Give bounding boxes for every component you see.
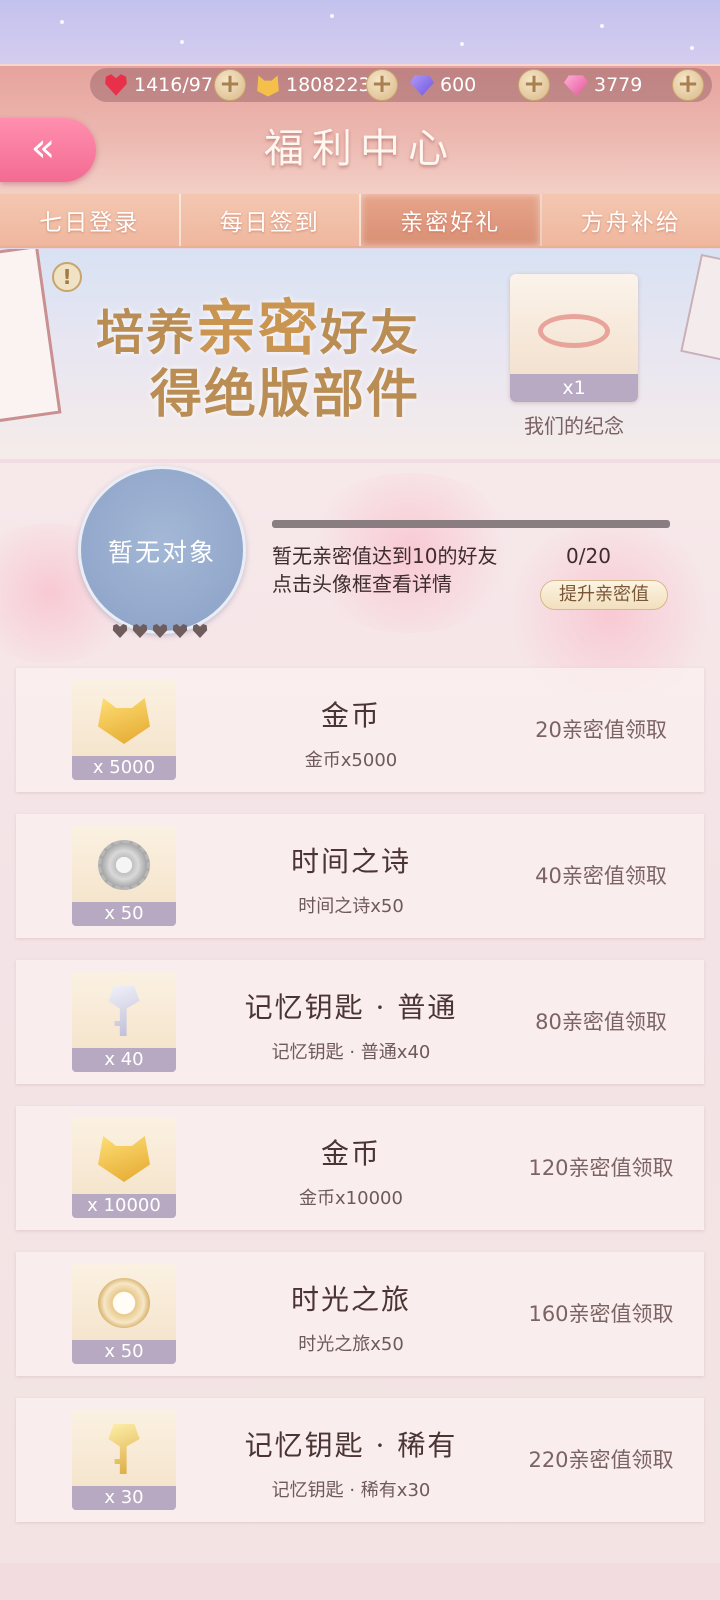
diamond-value: 600 [440, 74, 477, 96]
sky-background [0, 0, 720, 64]
tab-ark-supply[interactable]: 方舟补给 [541, 194, 720, 246]
claim-button[interactable]: 220亲密值领取 [496, 1444, 706, 1474]
memento-count: x1 [510, 374, 638, 402]
reward-desc: 记忆钥匙 · 普通x40 [271, 1042, 431, 1063]
reward-item-slot[interactable]: x 50 [72, 826, 176, 926]
reward-count: x 5000 [72, 756, 176, 780]
stamina-counter: 1416/97 [104, 70, 213, 100]
memento-label: 我们的纪念 [524, 414, 624, 438]
add-pink-diamond-button[interactable]: + [672, 69, 704, 101]
reward-count: x 40 [72, 1048, 176, 1072]
reward-name: 时光之旅 [290, 1283, 411, 1316]
claim-button[interactable]: 160亲密值领取 [496, 1298, 706, 1328]
reward-count: x 50 [72, 1340, 176, 1364]
coin-icon [98, 698, 150, 744]
sparkle [460, 42, 464, 46]
claim-button[interactable]: 120亲密值领取 [496, 1152, 706, 1182]
avatar-placeholder-text: 暂无对象 [107, 538, 216, 567]
reward-row: x 5000 金币 金币x5000 20亲密值领取 [16, 668, 704, 792]
diamond-icon [410, 75, 434, 96]
reward-item-slot[interactable]: x 50 [72, 1264, 176, 1364]
intimacy-message-line1: 暂无亲密值达到10的好友 [272, 544, 498, 568]
sparkle [690, 46, 694, 50]
memento-reward-card[interactable]: x1 [510, 274, 638, 402]
reward-desc: 时间之诗x50 [298, 896, 404, 917]
tab-seven-day-login[interactable]: 七日登录 [0, 194, 181, 246]
heart-icon [105, 74, 127, 96]
gold-key-icon [108, 1424, 140, 1474]
coin-icon [98, 1136, 150, 1182]
pink-diamond-counter: 3779 [564, 70, 642, 100]
heart-icon [192, 624, 208, 638]
tab-daily-checkin[interactable]: 每日签到 [180, 194, 361, 246]
heart-icon [172, 624, 188, 638]
reward-count: x 50 [72, 902, 176, 926]
page-title: 福利中心 [264, 126, 456, 172]
pink-diamond-value: 3779 [594, 74, 643, 96]
gear-icon [98, 840, 150, 890]
sparkle [600, 24, 604, 28]
reward-name: 记忆钥匙 · 稀有 [244, 1429, 458, 1462]
claim-button[interactable]: 80亲密值领取 [496, 1006, 706, 1036]
reward-row: x 50 时间之诗 时间之诗x50 40亲密值领取 [16, 814, 704, 938]
paper-decoration [680, 253, 720, 365]
pink-diamond-icon [564, 75, 588, 96]
reward-row: x 40 记忆钥匙 · 普通 记忆钥匙 · 普通x40 80亲密值领取 [16, 960, 704, 1084]
add-gold-button[interactable]: + [366, 69, 398, 101]
stamina-value: 1416/97 [134, 74, 213, 96]
reward-count: x 10000 [72, 1194, 176, 1218]
gold-value: 1808223 [286, 74, 371, 96]
reward-desc: 记忆钥匙 · 稀有x30 [271, 1480, 431, 1501]
claim-button[interactable]: 40亲密值领取 [496, 860, 706, 890]
diamond-counter: 600 [410, 70, 476, 100]
cat-coin-icon [257, 75, 279, 97]
reward-desc: 金币x5000 [304, 750, 398, 771]
welfare-center-screen: 1416/97 + 1808223 + 600 + 3779 + « 福利中心 … [0, 0, 720, 1600]
sparkle [180, 40, 184, 44]
sparkle [330, 14, 334, 18]
reward-count: x 30 [72, 1486, 176, 1510]
reward-item-slot[interactable]: x 10000 [72, 1118, 176, 1218]
reward-item-slot[interactable]: x 40 [72, 972, 176, 1072]
sparkle [60, 20, 64, 24]
reward-name: 时间之诗 [290, 845, 411, 878]
intimacy-message-line2: 点击头像框查看详情 [272, 572, 452, 596]
heart-icon [132, 624, 148, 638]
reward-item-slot[interactable]: x 5000 [72, 680, 176, 780]
reward-row: x 10000 金币 金币x10000 120亲密值领取 [16, 1106, 704, 1230]
heart-icon [112, 624, 128, 638]
reward-item-slot[interactable]: x 30 [72, 1410, 176, 1510]
clock-icon [98, 1278, 150, 1328]
reward-name: 金币 [320, 699, 381, 732]
ring-icon [538, 314, 610, 348]
info-icon[interactable]: ! [52, 262, 82, 292]
intimacy-progress-bar [272, 520, 670, 528]
reward-desc: 金币x10000 [299, 1188, 403, 1209]
heart-icon [152, 624, 168, 638]
reward-desc: 时光之旅x50 [298, 1334, 404, 1355]
reward-name: 金币 [320, 1137, 381, 1170]
banner-subheadline: 得绝版部件 [150, 364, 421, 425]
add-diamond-button[interactable]: + [518, 69, 550, 101]
claim-button[interactable]: 20亲密值领取 [496, 714, 706, 744]
reward-name: 记忆钥匙 · 普通 [244, 991, 458, 1024]
intimacy-message: 暂无亲密值达到10的好友 点击头像框查看详情 [272, 542, 497, 598]
silver-key-icon [108, 986, 140, 1036]
reward-row: x 50 时光之旅 时光之旅x50 160亲密值领取 [16, 1252, 704, 1376]
tab-intimacy-gifts[interactable]: 亲密好礼 [361, 194, 542, 246]
reward-row: x 30 记忆钥匙 · 稀有 记忆钥匙 · 稀有x30 220亲密值领取 [16, 1398, 704, 1522]
tab-bar: 七日登录 每日签到 亲密好礼 方舟补给 [0, 194, 720, 248]
gold-counter: 1808223 [256, 70, 371, 100]
intimacy-hearts [112, 624, 208, 638]
intimacy-progress-text: 0/20 [566, 544, 611, 568]
raise-intimacy-button[interactable]: 提升亲密值 [540, 580, 668, 610]
add-stamina-button[interactable]: + [214, 69, 246, 101]
